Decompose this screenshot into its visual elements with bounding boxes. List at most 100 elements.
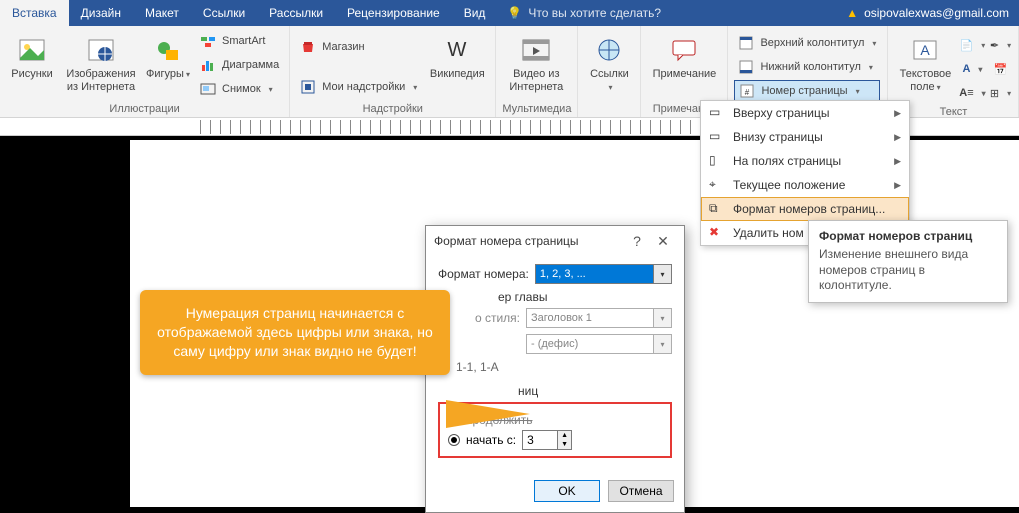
quickparts-button[interactable]: 📄▾ [960, 34, 984, 56]
links-button[interactable]: Ссылки▾ [584, 30, 634, 93]
pagenumber-button[interactable]: #Номер страницы▾ [734, 80, 880, 102]
footer-icon [738, 59, 754, 75]
object-button[interactable]: ⊞▾ [988, 82, 1012, 104]
help-button[interactable]: ? [624, 233, 650, 249]
screenshot-button[interactable]: Снимок▾ [196, 78, 283, 100]
menu-format-page-numbers[interactable]: ⧉Формат номеров страниц... [701, 197, 909, 221]
group-media: Видео из Интернета Мультимедиа [496, 26, 578, 117]
group-text-label: Текст [894, 104, 1012, 118]
close-button[interactable]: ✕ [650, 233, 676, 250]
svg-text:A: A [921, 42, 931, 58]
smartart-button[interactable]: SmartArt [196, 30, 283, 52]
chart-label: Диаграмма [222, 59, 279, 71]
chevron-down-icon: ▾ [872, 39, 876, 48]
comment-icon [668, 34, 700, 66]
group-addins-label: Надстройки [296, 101, 489, 115]
menu-remove-label: Удалить ном [733, 226, 804, 240]
menu-current-label: Текущее положение [733, 178, 845, 192]
submenu-arrow-icon: ▶ [894, 180, 901, 191]
tab-references[interactable]: Ссылки [191, 0, 257, 26]
header-button[interactable]: Верхний колонтитул ▾ [734, 32, 880, 54]
account-area[interactable]: ▲ osipovalexwas@gmail.com [846, 0, 1019, 26]
textbox-button[interactable]: A Текстовое поле▾ [894, 30, 956, 93]
shapes-icon [152, 34, 184, 66]
store-button[interactable]: Магазин [296, 36, 421, 58]
style-value: Заголовок 1 [531, 312, 592, 324]
start-at-spinner[interactable]: 3 ▲▼ [522, 430, 572, 450]
pictures-button[interactable]: Рисунки [6, 30, 58, 81]
submenu-arrow-icon: ▶ [894, 132, 901, 143]
datetime-button[interactable]: 📅 [988, 58, 1012, 80]
footer-button[interactable]: Нижний колонтитул▾ [734, 56, 880, 78]
cancel-button[interactable]: Отмена [608, 480, 674, 502]
tell-me[interactable]: 💡 Что вы хотите сделать? [497, 0, 671, 26]
textbox-icon: A [909, 34, 941, 66]
onlinevideo-label: Видео из Интернета [509, 68, 563, 93]
menu-bottom-of-page[interactable]: ▭Внизу страницы▶ [701, 125, 909, 149]
tab-design[interactable]: Дизайн [69, 0, 133, 26]
dropcap-button[interactable]: A≡▾ [960, 82, 984, 104]
smartart-icon [200, 33, 216, 49]
online-pictures-label: Изображения из Интернета [66, 68, 135, 93]
tab-insert[interactable]: Вставка [0, 0, 69, 26]
chevron-down-icon: ▾ [608, 83, 612, 92]
date-icon: 📅 [992, 61, 1008, 77]
myaddins-button[interactable]: Мои надстройки▾ [296, 76, 421, 98]
menu-top-of-page[interactable]: ▭Вверху страницы▶ [701, 101, 909, 125]
pictures-icon [16, 34, 48, 66]
comment-button[interactable]: Примечание [647, 30, 721, 81]
start-at-value: 3 [523, 433, 557, 447]
header-icon [738, 35, 754, 51]
pictures-label: Рисунки [11, 68, 53, 81]
quickparts-icon: 📄 [960, 37, 974, 53]
signature-button[interactable]: ✒▾ [988, 34, 1012, 56]
store-icon [300, 39, 316, 55]
submenu-arrow-icon: ▶ [894, 156, 901, 167]
submenu-arrow-icon: ▶ [894, 108, 901, 119]
group-links-label [584, 113, 634, 115]
links-icon [593, 34, 625, 66]
screenshot-label: Снимок [222, 83, 261, 95]
menu-bottom-label: Внизу страницы [733, 130, 823, 144]
spin-up[interactable]: ▲ [558, 431, 571, 440]
tab-view[interactable]: Вид [452, 0, 498, 26]
dialog-titlebar: Формат номера страницы ? ✕ [426, 226, 684, 256]
warning-icon: ▲ [846, 6, 858, 20]
radio-start-at[interactable]: начать с: 3 ▲▼ [448, 430, 662, 450]
shapes-label: Фигуры▾ [146, 68, 190, 81]
header-label: Верхний колонтитул [760, 37, 864, 49]
onlinevideo-button[interactable]: Видео из Интернета [502, 30, 570, 93]
chart-button[interactable]: Диаграмма [196, 54, 283, 76]
shapes-button[interactable]: Фигуры▾ [144, 30, 192, 81]
menu-current-position[interactable]: ⌖Текущее положение▶ [701, 173, 909, 197]
video-icon [520, 34, 552, 66]
textbox-label: Текстовое поле▾ [900, 68, 952, 93]
screenshot-icon [200, 81, 216, 97]
page-margins-icon: ▯ [709, 153, 725, 169]
remove-icon: ✖ [709, 225, 725, 241]
chart-icon [200, 57, 216, 73]
chevron-down-icon: ▾ [653, 265, 671, 283]
wikipedia-icon: W [441, 34, 473, 66]
ok-button[interactable]: OK [534, 480, 600, 502]
addins-icon [300, 79, 316, 95]
format-combo[interactable]: 1, 2, 3, ...▾ [535, 264, 672, 284]
separator-combo[interactable]: - (дефис)▾ [526, 334, 672, 354]
chevron-down-icon: ▾ [413, 83, 417, 92]
spin-down[interactable]: ▼ [558, 440, 571, 449]
style-combo[interactable]: Заголовок 1▾ [526, 308, 672, 328]
online-pictures-button[interactable]: Изображения из Интернета [62, 30, 140, 93]
dialog-title: Формат номера страницы [434, 234, 579, 248]
tooltip: Формат номеров страниц Изменение внешнег… [808, 220, 1008, 303]
radio-startat-label: начать с: [466, 433, 516, 447]
menu-margins-label: На полях страницы [733, 154, 841, 168]
tab-mailings[interactable]: Рассылки [257, 0, 335, 26]
wikipedia-button[interactable]: W Википедия [425, 30, 489, 81]
radio-icon [448, 434, 460, 446]
tab-review[interactable]: Рецензирование [335, 0, 452, 26]
menu-page-margins[interactable]: ▯ На полях страницы ▶ [701, 149, 909, 173]
annotation-callout: Нумерация страниц начинается с отображае… [140, 290, 450, 375]
group-links: Ссылки▾ [578, 26, 641, 117]
tab-layout[interactable]: Макет [133, 0, 191, 26]
wordart-button[interactable]: A▾ [960, 58, 984, 80]
